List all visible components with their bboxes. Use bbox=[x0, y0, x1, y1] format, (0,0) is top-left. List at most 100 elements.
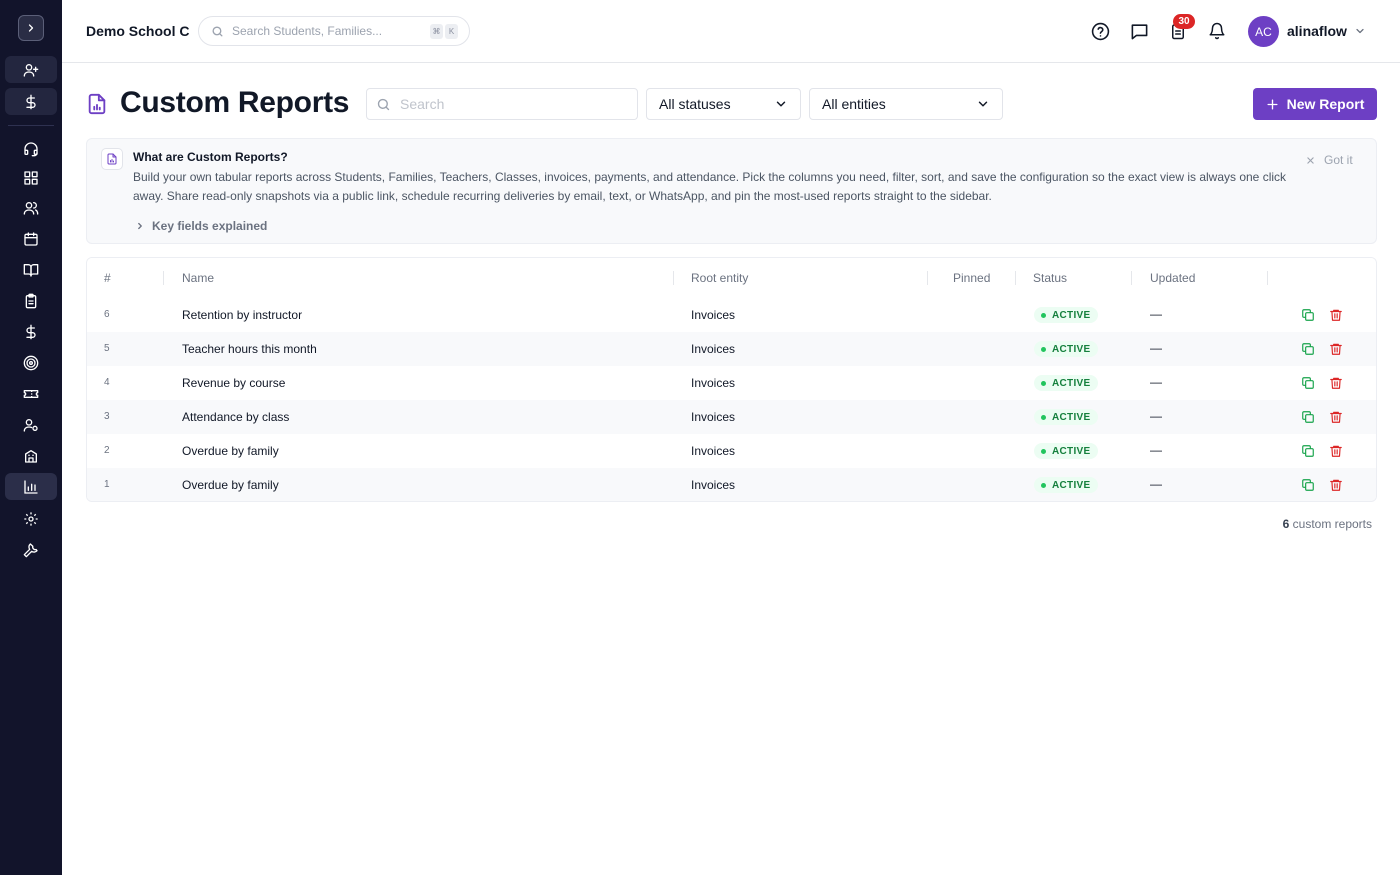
sidebar-item-courses[interactable] bbox=[5, 256, 57, 283]
sidebar-item-billing[interactable] bbox=[5, 88, 57, 115]
sidebar-item-tickets[interactable] bbox=[5, 380, 57, 407]
report-count: 6 custom reports bbox=[1283, 517, 1372, 531]
table-row[interactable]: 4 Revenue by course Invoices ACTIVE — bbox=[87, 366, 1376, 400]
sidebar-item-goals[interactable] bbox=[5, 349, 57, 376]
status-dot bbox=[1041, 448, 1046, 454]
report-name[interactable]: Teacher hours this month bbox=[182, 342, 317, 356]
help-button[interactable] bbox=[1088, 19, 1112, 43]
sidebar-item-staff[interactable] bbox=[5, 411, 57, 438]
status-badge: ACTIVE bbox=[1034, 409, 1099, 425]
duplicate-button[interactable] bbox=[1300, 375, 1316, 391]
new-report-button[interactable]: New Report bbox=[1253, 88, 1377, 120]
sidebar-item-settings[interactable] bbox=[5, 505, 57, 532]
entity-filter-select[interactable]: All entities bbox=[809, 88, 1003, 120]
column-separator bbox=[673, 271, 674, 285]
reports-table: # Name Root entity Pinned Status Updated… bbox=[86, 257, 1377, 502]
building-icon bbox=[25, 449, 37, 463]
duplicate-button[interactable] bbox=[1300, 443, 1316, 459]
status-label: ACTIVE bbox=[1052, 445, 1091, 457]
column-separator bbox=[163, 271, 164, 285]
status-badge: ACTIVE bbox=[1034, 307, 1099, 323]
sidebar-item-tools[interactable] bbox=[5, 536, 57, 563]
row-number: 2 bbox=[104, 445, 110, 456]
sidebar-item-admissions[interactable] bbox=[5, 56, 57, 83]
notifications-button[interactable] bbox=[1205, 19, 1229, 43]
sidebar-item-dashboard[interactable] bbox=[5, 164, 57, 191]
column-separator bbox=[927, 271, 928, 285]
status-dot bbox=[1041, 380, 1046, 386]
key-fields-toggle[interactable]: Key fields explained bbox=[135, 219, 267, 233]
delete-button[interactable] bbox=[1328, 375, 1344, 391]
column-pinned[interactable]: Pinned bbox=[953, 271, 990, 285]
key-fields-label: Key fields explained bbox=[152, 219, 268, 233]
sidebar-item-locations[interactable] bbox=[5, 442, 57, 469]
status-badge: ACTIVE bbox=[1034, 341, 1099, 357]
report-name[interactable]: Overdue by family bbox=[182, 444, 279, 458]
status-badge: ACTIVE bbox=[1034, 443, 1099, 459]
column-updated[interactable]: Updated bbox=[1150, 271, 1195, 285]
sidebar-item-tasks[interactable] bbox=[5, 287, 57, 314]
report-name[interactable]: Overdue by family bbox=[182, 478, 279, 492]
search-icon bbox=[377, 98, 390, 110]
root-entity: Invoices bbox=[691, 308, 736, 322]
root-entity: Invoices bbox=[691, 478, 736, 492]
root-entity: Invoices bbox=[691, 444, 736, 458]
message-square-icon bbox=[1131, 23, 1147, 39]
status-label: ACTIVE bbox=[1052, 309, 1091, 321]
status-label: ACTIVE bbox=[1052, 479, 1091, 491]
report-name[interactable]: Revenue by course bbox=[182, 376, 285, 390]
info-dismiss-button[interactable]: Got it bbox=[1306, 153, 1353, 167]
plus-icon bbox=[1267, 98, 1278, 110]
table-row[interactable]: 3 Attendance by class Invoices ACTIVE — bbox=[87, 400, 1376, 434]
column-name[interactable]: Name bbox=[182, 271, 214, 285]
delete-button[interactable] bbox=[1328, 443, 1344, 459]
chevron-down-icon bbox=[978, 101, 988, 107]
school-name[interactable]: Demo School C bbox=[86, 23, 189, 39]
delete-button[interactable] bbox=[1328, 477, 1344, 493]
sidebar-expand-button[interactable] bbox=[18, 15, 44, 41]
table-row[interactable]: 5 Teacher hours this month Invoices ACTI… bbox=[87, 332, 1376, 366]
table-row[interactable]: 2 Overdue by family Invoices ACTIVE — bbox=[87, 434, 1376, 468]
sidebar-item-students[interactable] bbox=[5, 194, 57, 221]
duplicate-button[interactable] bbox=[1300, 477, 1316, 493]
copy-icon bbox=[1302, 343, 1314, 355]
column-status[interactable]: Status bbox=[1033, 271, 1067, 285]
sidebar bbox=[0, 0, 62, 875]
report-name[interactable]: Attendance by class bbox=[182, 410, 289, 424]
calendar-icon bbox=[24, 231, 38, 246]
user-avatar[interactable]: AC bbox=[1248, 16, 1279, 47]
sidebar-item-calendar[interactable] bbox=[5, 225, 57, 252]
user-plus-icon bbox=[23, 63, 39, 77]
status-filter-select[interactable]: All statuses bbox=[646, 88, 801, 120]
column-root-entity[interactable]: Root entity bbox=[691, 271, 748, 285]
sidebar-item-support[interactable] bbox=[5, 135, 57, 162]
table-row[interactable]: 6 Retention by instructor Invoices ACTIV… bbox=[87, 298, 1376, 332]
trash-icon bbox=[1330, 309, 1342, 321]
delete-button[interactable] bbox=[1328, 307, 1344, 323]
page-title: Custom Reports bbox=[120, 86, 350, 119]
info-callout-body: Build your own tabular reports across St… bbox=[133, 170, 1287, 203]
global-search-input[interactable]: Search Students, Families... ⌘ K bbox=[198, 16, 470, 46]
status-dot bbox=[1041, 346, 1046, 352]
delete-button[interactable] bbox=[1328, 341, 1344, 357]
duplicate-button[interactable] bbox=[1300, 409, 1316, 425]
updated-value: — bbox=[1150, 307, 1162, 321]
table-row[interactable]: 1 Overdue by family Invoices ACTIVE — bbox=[87, 468, 1376, 501]
chevron-down-icon[interactable] bbox=[1354, 25, 1366, 37]
sidebar-item-payments[interactable] bbox=[5, 318, 57, 345]
bell-icon bbox=[1209, 22, 1225, 40]
sidebar-item-reports[interactable] bbox=[5, 473, 57, 500]
duplicate-button[interactable] bbox=[1300, 307, 1316, 323]
status-filter-value: All statuses bbox=[659, 96, 731, 112]
trash-icon bbox=[1330, 479, 1342, 491]
target-icon bbox=[23, 355, 39, 370]
info-callout-title: What are Custom Reports? bbox=[133, 150, 288, 164]
report-name[interactable]: Retention by instructor bbox=[182, 308, 302, 322]
wrench-icon bbox=[23, 542, 38, 557]
messages-button[interactable] bbox=[1127, 19, 1151, 43]
duplicate-button[interactable] bbox=[1300, 341, 1316, 357]
username[interactable]: alinaflow bbox=[1287, 23, 1347, 39]
delete-button[interactable] bbox=[1328, 409, 1344, 425]
trash-icon bbox=[1330, 343, 1342, 355]
report-search-input[interactable]: Search bbox=[366, 88, 638, 120]
